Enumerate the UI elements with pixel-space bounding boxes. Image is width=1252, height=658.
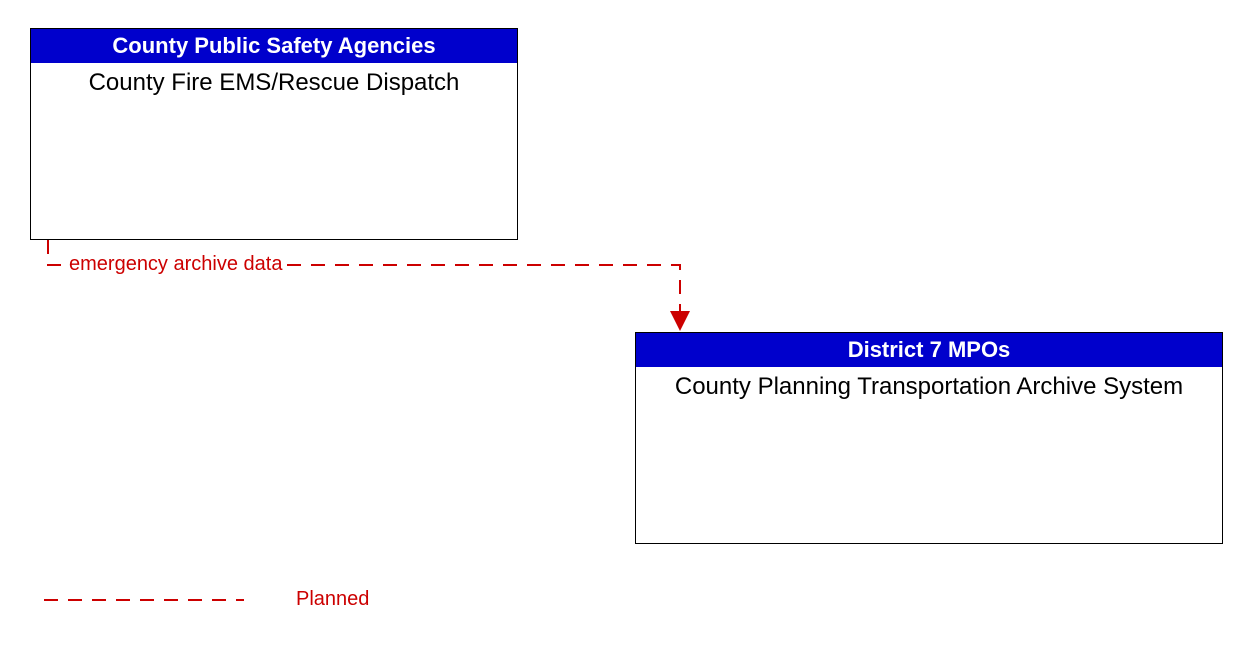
entity-header-target: District 7 MPOs: [636, 333, 1222, 367]
entity-body-target: County Planning Transportation Archive S…: [636, 367, 1222, 408]
entity-district-7-mpos: District 7 MPOs County Planning Transpor…: [635, 332, 1223, 544]
entity-header-source: County Public Safety Agencies: [31, 29, 517, 63]
entity-body-source: County Fire EMS/Rescue Dispatch: [31, 63, 517, 103]
legend-label-planned: Planned: [296, 588, 369, 611]
entity-county-public-safety: County Public Safety Agencies County Fir…: [30, 28, 518, 240]
flow-label-emergency-archive-data: emergency archive data: [65, 253, 286, 276]
